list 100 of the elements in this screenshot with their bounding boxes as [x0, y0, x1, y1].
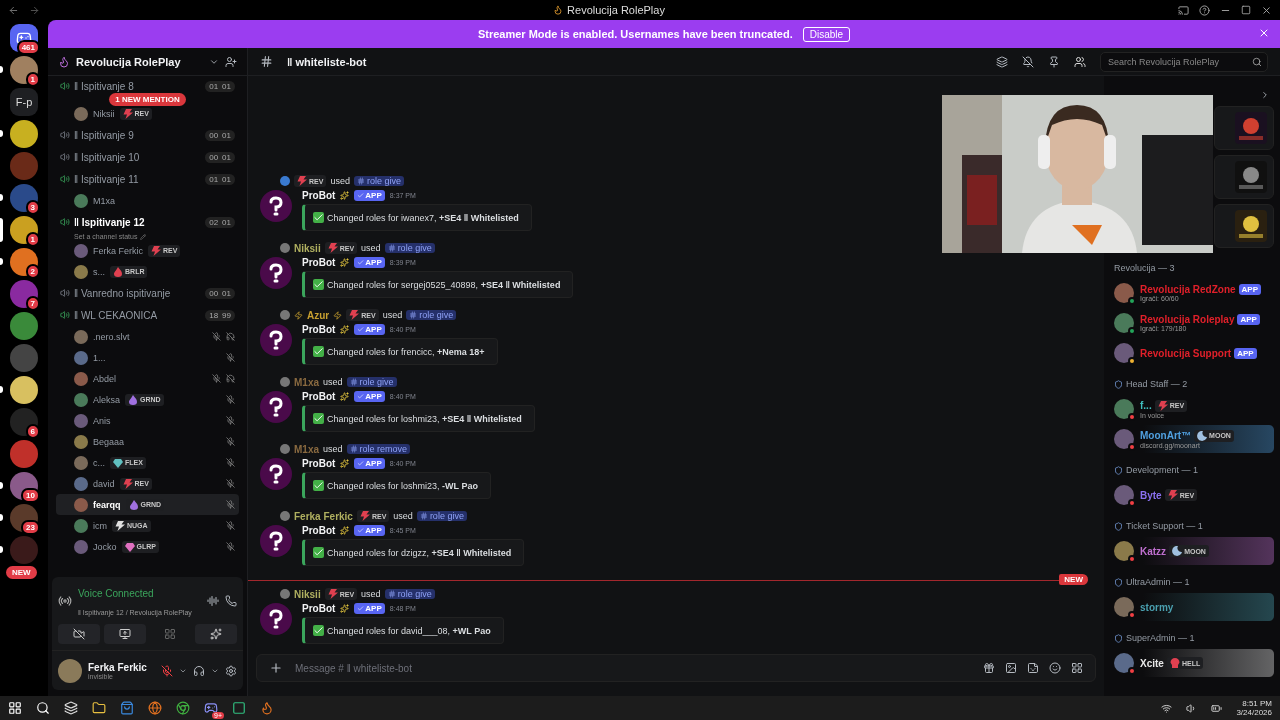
browser-icon[interactable]: [176, 701, 190, 715]
message-field[interactable]: Message # ǁ whiteliste-bot: [293, 661, 973, 675]
chevron-icon: [1260, 90, 1270, 100]
composer-bar[interactable]: Message # ǁ whiteliste-bot: [256, 654, 1096, 682]
author-name[interactable]: ProBot: [302, 190, 336, 201]
activity-card[interactable]: [1214, 204, 1274, 248]
command-link[interactable]: role remove: [346, 444, 411, 454]
group-title: Ticket Support — 1: [1126, 521, 1203, 531]
voice-channel[interactable]: ǁ Ispitivanje 10 00 01: [56, 146, 239, 168]
disable-button[interactable]: Disable: [802, 26, 851, 42]
camera-button[interactable]: [58, 624, 100, 644]
new-marker: NEW: [1059, 574, 1088, 585]
bot-avatar: [260, 190, 292, 222]
avatar: [74, 476, 88, 491]
task-view-icon[interactable]: [64, 701, 78, 715]
user-name[interactable]: Niksii: [294, 242, 321, 254]
flame-icon[interactable]: [260, 701, 274, 715]
author-name[interactable]: ProBot: [302, 603, 336, 614]
activity-card[interactable]: [1214, 155, 1274, 199]
check-icon: [313, 547, 324, 558]
command-link[interactable]: role give: [384, 589, 435, 599]
bot-avatar: [260, 603, 292, 635]
avatar: [280, 176, 290, 186]
command-link[interactable]: role give: [406, 310, 457, 320]
voice-channel[interactable]: ǁ WL CEKAONICA 18 99: [56, 304, 239, 326]
avatar: [280, 589, 290, 599]
user-counter: 18 99: [205, 309, 235, 321]
server-icon[interactable]: [10, 184, 38, 212]
voice-channel[interactable]: ǁ Ispitivanje 8 01 01: [56, 76, 239, 96]
voice-user[interactable]: Anis: [56, 410, 239, 431]
command-link[interactable]: role give: [416, 511, 467, 521]
command-link[interactable]: role give: [346, 377, 397, 387]
author-name[interactable]: ProBot: [302, 458, 336, 469]
server-icon[interactable]: [10, 216, 38, 244]
command-link[interactable]: role give: [384, 243, 435, 253]
user-name[interactable]: Ferka Ferkic: [294, 510, 353, 522]
channel-hash-icon: [260, 55, 273, 68]
server-icon[interactable]: [10, 248, 38, 276]
server-icon[interactable]: F-p: [10, 88, 38, 116]
author-name[interactable]: ProBot: [302, 391, 336, 402]
unread-badge: 461: [16, 40, 40, 55]
avatar: [74, 518, 88, 533]
voice-channel[interactable]: ǁ Ispitivanje 11 01 01: [56, 168, 239, 190]
mention-pill[interactable]: 1 NEW MENTION: [109, 93, 186, 106]
folder-icon[interactable]: [92, 701, 106, 715]
voice-user[interactable]: .nero.slvt: [56, 326, 239, 347]
user-name[interactable]: M1xa: [294, 376, 319, 388]
soundboard-button[interactable]: [195, 624, 237, 644]
user-name[interactable]: Azur: [307, 309, 330, 321]
sparkle-icon: [340, 459, 350, 468]
search-icon[interactable]: [36, 701, 50, 715]
check-icon: [357, 605, 365, 612]
app-badge: APP: [354, 603, 385, 614]
voice-user[interactable]: M1xa: [56, 190, 239, 211]
used-text: used: [361, 589, 381, 599]
author-name[interactable]: ProBot: [302, 257, 336, 268]
avatar: [280, 377, 290, 387]
window-title: Revolucija RolePlay: [567, 4, 665, 16]
voice-user[interactable]: Begaaa: [56, 431, 239, 452]
user-counter: 00 01: [205, 129, 235, 141]
voice-user[interactable]: Abdel: [56, 368, 239, 389]
user-name[interactable]: M1xa: [294, 443, 319, 455]
channel-title: ǁ whiteliste-bot: [287, 55, 367, 68]
screen-share-icon: [118, 628, 131, 640]
voice-channel[interactable]: ǁ Ispitivanje 9 00 01: [56, 124, 239, 146]
user-name[interactable]: Niksii: [294, 588, 321, 600]
voice-channel[interactable]: ǁ Vanredno ispitivanje 00 01: [56, 282, 239, 304]
store-icon[interactable]: [120, 701, 134, 715]
search-field[interactable]: Search Revolucija RolePlay: [1106, 55, 1248, 68]
search-bar[interactable]: Search Revolucija RolePlay: [1100, 51, 1268, 72]
screen-share-button[interactable]: [103, 624, 146, 644]
used-text: used: [393, 511, 413, 521]
start-icon[interactable]: [8, 701, 22, 715]
voice-user[interactable]: 1...: [56, 347, 239, 368]
user-counter: 00 01: [205, 287, 235, 299]
avatar: [74, 434, 88, 449]
command-link[interactable]: role give: [353, 176, 404, 186]
voice-channel[interactable]: ǁ Ispitivanje 12 02 01: [56, 211, 239, 233]
globe-icon[interactable]: [148, 701, 162, 715]
member-name: Xcite: [1140, 657, 1164, 669]
server-icon[interactable]: [10, 408, 38, 436]
close-icon: [1261, 4, 1272, 16]
member-name: Revolucija RedZone: [1140, 284, 1236, 295]
hash-icon: [387, 244, 396, 252]
author-name[interactable]: ProBot: [302, 525, 336, 536]
check-icon: [313, 413, 324, 424]
user-name: Niksii: [93, 108, 115, 119]
hash-icon: [349, 378, 358, 386]
member-name: MoonArt™: [1140, 430, 1192, 441]
server-icon[interactable]: [10, 376, 38, 404]
pencil-icon: [140, 233, 147, 240]
server-name[interactable]: Revolucija RolePlay: [76, 55, 203, 68]
app-badge: APP: [354, 458, 385, 469]
server-icon[interactable]: [10, 120, 38, 148]
members-icon: [1074, 55, 1086, 68]
signal-icon: [58, 594, 72, 608]
controller-icon[interactable]: [204, 701, 218, 715]
app-icon[interactable]: [232, 701, 246, 715]
author-name[interactable]: ProBot: [302, 324, 336, 335]
member-item[interactable]: Revolucija Support APP: [1110, 339, 1274, 367]
